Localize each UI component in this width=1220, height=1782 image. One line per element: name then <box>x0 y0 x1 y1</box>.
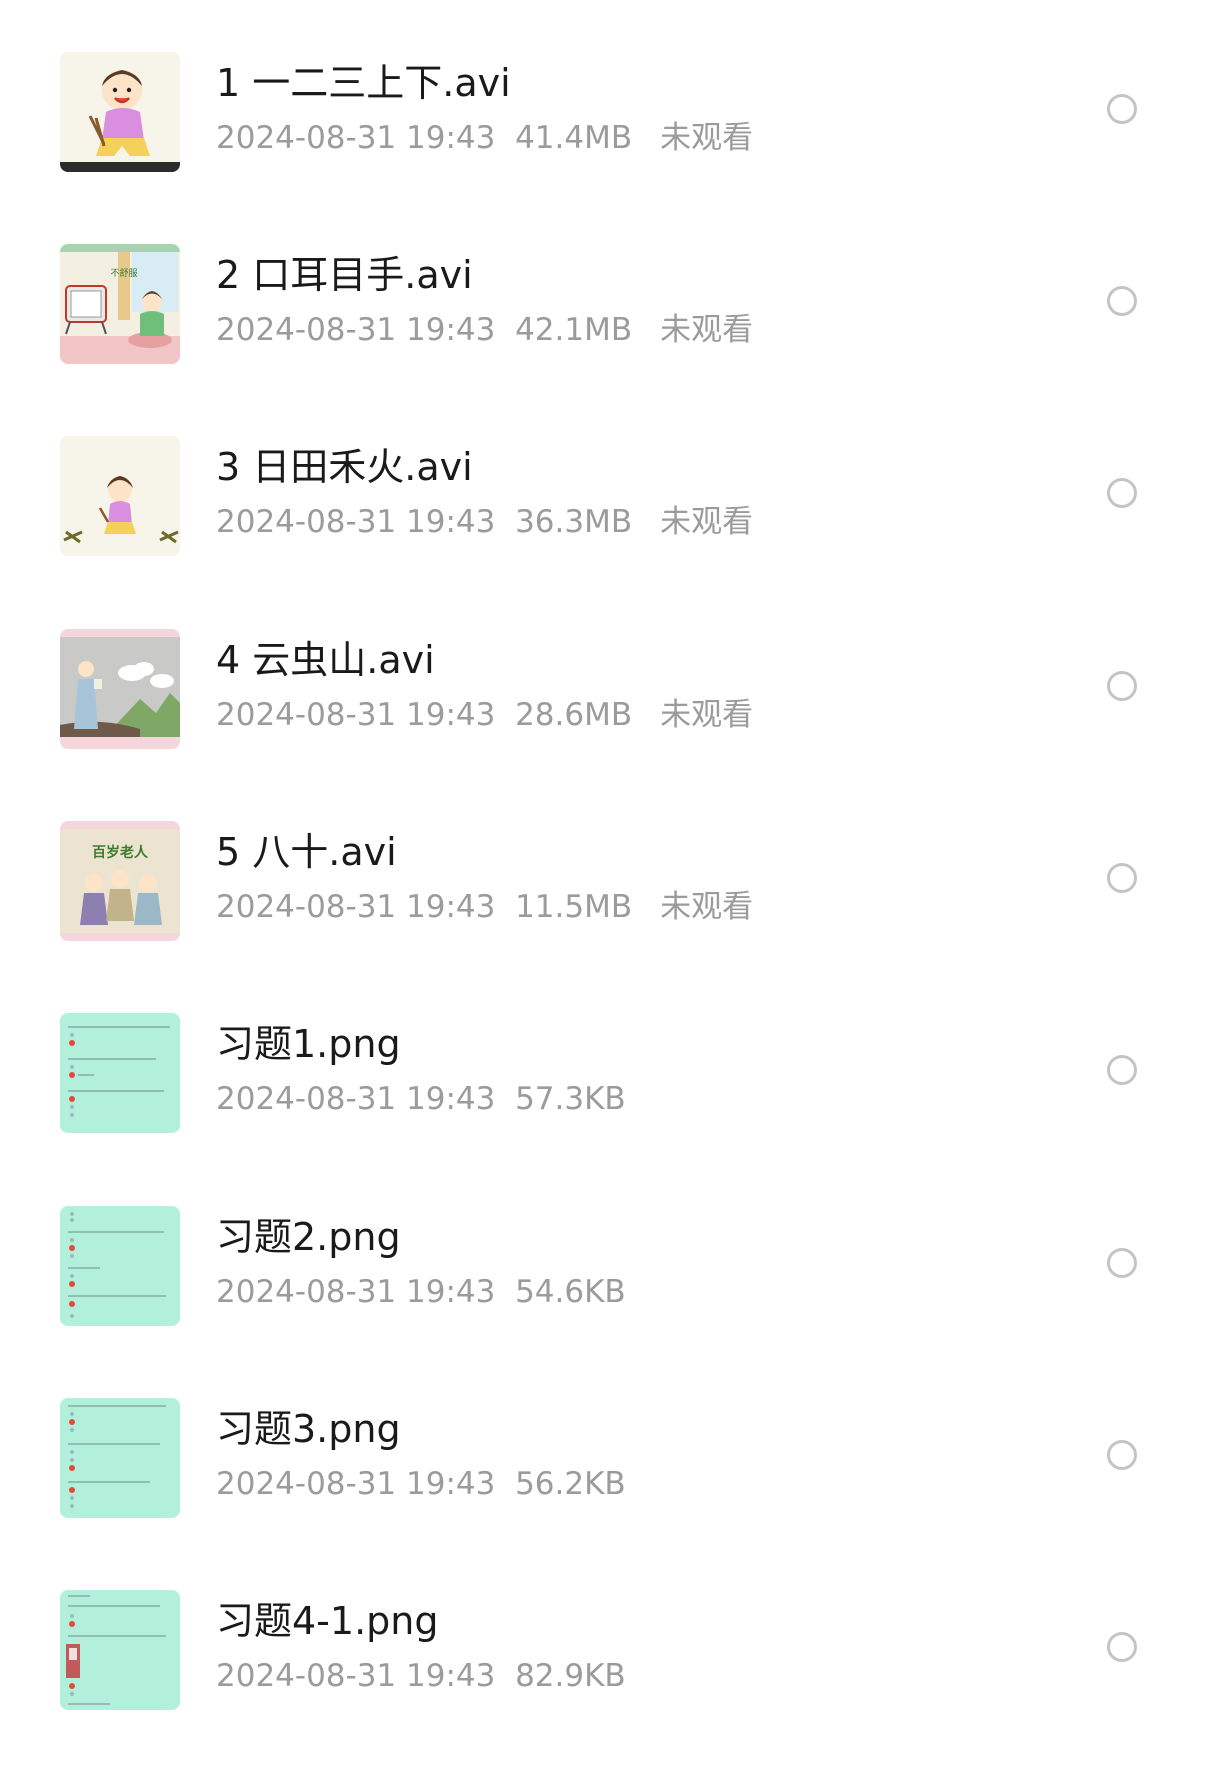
select-checkbox[interactable] <box>1107 1055 1137 1085</box>
file-name: 习题2.png <box>216 1215 401 1259</box>
watch-status: 未观看 <box>660 504 754 540</box>
file-meta: 2024-08-31 19:43 41.4MB 未观看 <box>216 118 753 161</box>
cartoon-elders-thumbnail: 百岁老人 <box>60 821 180 941</box>
file-date: 2024-08-31 19:43 <box>216 1466 496 1502</box>
file-date: 2024-08-31 19:43 <box>216 1081 496 1117</box>
file-date: 2024-08-31 19:43 <box>216 697 496 733</box>
file-date: 2024-08-31 19:43 <box>216 312 496 348</box>
file-meta: 2024-08-31 19:43 11.5MB 未观看 <box>216 887 753 930</box>
file-row[interactable]: 1 一二三上下.avi 2024-08-31 19:43 41.4MB 未观看 <box>0 52 1220 244</box>
file-name: 习题3.png <box>216 1407 401 1451</box>
worksheet-thumbnail <box>60 1013 180 1133</box>
file-meta: 2024-08-31 19:43 57.3KB <box>216 1079 626 1119</box>
select-checkbox[interactable] <box>1107 1440 1137 1470</box>
thumb-text: 百岁老人 <box>92 844 149 861</box>
file-row[interactable]: 3 日田禾火.avi 2024-08-31 19:43 36.3MB 未观看 <box>0 436 1220 628</box>
file-size: 11.5MB <box>515 889 633 925</box>
file-date: 2024-08-31 19:43 <box>216 1274 496 1310</box>
file-size: 54.6KB <box>515 1274 626 1310</box>
cartoon-tv-boy-thumbnail: 不舒服 <box>60 244 180 364</box>
select-checkbox[interactable] <box>1107 863 1137 893</box>
file-name: 习题1.png <box>216 1022 401 1066</box>
file-name: 习题4-1.png <box>216 1599 439 1643</box>
file-meta: 2024-08-31 19:43 54.6KB <box>216 1272 626 1312</box>
file-row[interactable]: 习题3.png 2024-08-31 19:43 56.2KB <box>0 1398 1220 1590</box>
file-size: 82.9KB <box>515 1658 626 1694</box>
file-row[interactable]: 习题1.png 2024-08-31 19:43 57.3KB <box>0 1013 1220 1205</box>
file-size: 28.6MB <box>515 697 633 733</box>
file-meta: 2024-08-31 19:43 42.1MB 未观看 <box>216 310 753 353</box>
file-row[interactable]: 4 云虫山.avi 2024-08-31 19:43 28.6MB 未观看 <box>0 629 1220 821</box>
file-row[interactable]: 不舒服 2 口耳目手.avi 2024-08-31 19:43 42.1MB 未观… <box>0 244 1220 436</box>
worksheet-thumbnail <box>60 1590 180 1710</box>
file-meta: 2024-08-31 19:43 36.3MB 未观看 <box>216 502 753 545</box>
select-checkbox[interactable] <box>1107 1632 1137 1662</box>
select-checkbox[interactable] <box>1107 94 1137 124</box>
file-meta: 2024-08-31 19:43 56.2KB <box>216 1464 626 1504</box>
watch-status: 未观看 <box>660 312 754 348</box>
file-size: 41.4MB <box>515 120 633 156</box>
thumb-text: 不舒服 <box>110 267 137 279</box>
file-name: 5 八十.avi <box>216 830 397 874</box>
file-row[interactable]: 习题2.png 2024-08-31 19:43 54.6KB <box>0 1206 1220 1398</box>
file-size: 56.2KB <box>515 1466 626 1502</box>
worksheet-thumbnail <box>60 1206 180 1326</box>
watch-status: 未观看 <box>660 697 754 733</box>
file-meta: 2024-08-31 19:43 82.9KB <box>216 1656 626 1696</box>
file-meta: 2024-08-31 19:43 28.6MB 未观看 <box>216 695 753 738</box>
file-size: 42.1MB <box>515 312 633 348</box>
file-name: 4 云虫山.avi <box>216 638 435 682</box>
select-checkbox[interactable] <box>1107 671 1137 701</box>
file-date: 2024-08-31 19:43 <box>216 889 496 925</box>
watch-status: 未观看 <box>660 120 754 156</box>
cartoon-scholar-clouds-thumbnail <box>60 629 180 749</box>
watch-status: 未观看 <box>660 889 754 925</box>
file-name: 1 一二三上下.avi <box>216 61 511 105</box>
worksheet-thumbnail <box>60 1398 180 1518</box>
cartoon-girl-sticks-thumbnail <box>60 52 180 172</box>
select-checkbox[interactable] <box>1107 1248 1137 1278</box>
file-name: 2 口耳目手.avi <box>216 253 473 297</box>
file-name: 3 日田禾火.avi <box>216 445 473 489</box>
file-row[interactable]: 习题4-1.png 2024-08-31 19:43 82.9KB <box>0 1590 1220 1782</box>
select-checkbox[interactable] <box>1107 286 1137 316</box>
select-checkbox[interactable] <box>1107 478 1137 508</box>
file-size: 57.3KB <box>515 1081 626 1117</box>
cartoon-girl-fire-thumbnail <box>60 436 180 556</box>
file-date: 2024-08-31 19:43 <box>216 504 496 540</box>
file-size: 36.3MB <box>515 504 633 540</box>
file-row[interactable]: 百岁老人 5 八十.avi 2024-08-31 19:43 11.5MB 未观看 <box>0 821 1220 1013</box>
file-date: 2024-08-31 19:43 <box>216 120 496 156</box>
file-date: 2024-08-31 19:43 <box>216 1658 496 1694</box>
